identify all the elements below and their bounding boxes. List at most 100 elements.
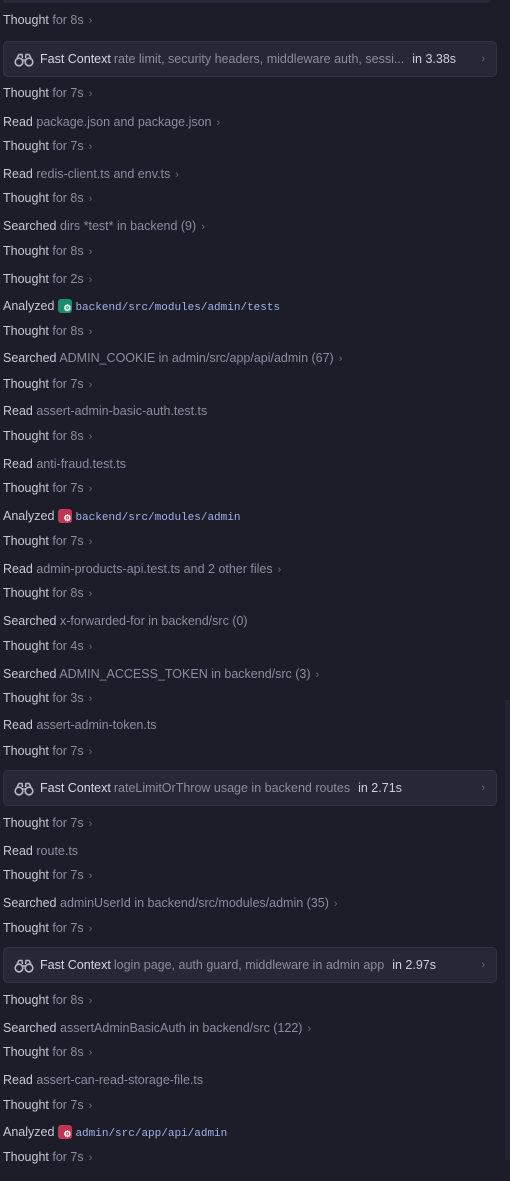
feed-row[interactable]: Thought for 8s ›	[3, 189, 92, 207]
chevron-right-icon[interactable]: ›	[201, 221, 205, 233]
chevron-right-icon[interactable]: ›	[339, 353, 343, 365]
feed-row[interactable]: Thought for 7s ›	[3, 866, 92, 884]
chevron-right-icon[interactable]: ›	[278, 564, 282, 576]
action-verb: Read	[3, 404, 33, 418]
action-verb: Thought	[3, 324, 49, 338]
chevron-right-icon[interactable]: ›	[89, 274, 93, 286]
fast-context-card[interactable]: Fast Context rate limit, security headers…	[3, 41, 497, 77]
action-verb: Analyzed	[3, 1125, 55, 1139]
chevron-right-icon[interactable]: ›	[175, 169, 179, 181]
chevron-right-icon[interactable]: ›	[89, 923, 93, 935]
feed-row[interactable]: Thought for 7s ›	[3, 137, 92, 155]
action-verb: Thought	[3, 272, 49, 286]
action-detail: adminUserId in backend/src/modules/admin…	[60, 896, 329, 910]
chevron-right-icon[interactable]: ›	[481, 771, 485, 805]
action-detail: admin-products-api.test.ts and 2 other f…	[36, 562, 273, 576]
action-verb: Searched	[3, 351, 57, 365]
feed-row[interactable]: Searched dirs *test* in backend (9) ›	[3, 217, 205, 235]
action-verb: Thought	[3, 744, 49, 758]
action-detail: x-forwarded-for in backend/src (0)	[60, 614, 248, 628]
feed-row[interactable]: Thought for 8s ›	[3, 991, 92, 1009]
chevron-right-icon[interactable]: ›	[89, 379, 93, 391]
feed-row[interactable]: Searched ADMIN_COOKIE in admin/src/app/a…	[3, 349, 342, 367]
feed-row[interactable]: Thought for 7s ›	[3, 742, 92, 760]
folder-path[interactable]: backend/src/modules/admin/tests	[75, 302, 280, 314]
fast-context-card[interactable]: Fast Context login page, auth guard, midd…	[3, 947, 497, 983]
fast-context-card[interactable]: Fast Context rateLimitOrThrow usage in ba…	[3, 770, 497, 806]
feed-row[interactable]: Thought for 7s ›	[3, 814, 92, 832]
chevron-right-icon[interactable]: ›	[89, 193, 93, 205]
action-detail: assert-admin-token.ts	[36, 718, 157, 732]
chevron-right-icon[interactable]: ›	[89, 1100, 93, 1112]
feed-row[interactable]: Thought for 8s ›	[3, 11, 92, 29]
feed-row[interactable]: Read assert-admin-token.ts	[3, 716, 157, 734]
action-verb: Thought	[3, 816, 49, 830]
action-verb: Searched	[3, 1021, 57, 1035]
action-detail: ADMIN_COOKIE in admin/src/app/api/admin …	[59, 351, 334, 365]
chevron-right-icon[interactable]: ›	[334, 898, 338, 910]
feed-row[interactable]: Searched adminUserId in backend/src/modu…	[3, 894, 338, 912]
chevron-right-icon[interactable]: ›	[89, 536, 93, 548]
chevron-right-icon[interactable]: ›	[89, 1152, 93, 1164]
feed-row[interactable]: Thought for 7s ›	[3, 532, 92, 550]
folder-path[interactable]: backend/src/modules/admin	[75, 512, 240, 524]
feed-row[interactable]: Thought for 2s ›	[3, 270, 92, 288]
feed-row[interactable]: Thought for 8s ›	[3, 322, 92, 340]
folder-path[interactable]: admin/src/app/api/admin	[75, 1128, 227, 1140]
feed-row[interactable]: Read package.json and package.json ›	[3, 113, 220, 131]
feed-row[interactable]: Thought for 3s ›	[3, 689, 92, 707]
action-verb: Thought	[3, 86, 49, 100]
chevron-right-icon[interactable]: ›	[89, 141, 93, 153]
feed-row[interactable]: Thought for 8s ›	[3, 242, 92, 260]
chevron-right-icon[interactable]: ›	[89, 870, 93, 882]
feed-row[interactable]: Read assert-can-read-storage-file.ts	[3, 1071, 203, 1089]
feed-row[interactable]: Thought for 7s ›	[3, 1096, 92, 1114]
chevron-right-icon[interactable]: ›	[89, 746, 93, 758]
feed-row[interactable]: Analyzed ⚙ admin/src/app/api/admin	[3, 1123, 227, 1141]
action-detail: assertAdminBasicAuth in backend/src (122…	[60, 1021, 303, 1035]
action-detail: assert-admin-basic-auth.test.ts	[36, 404, 208, 418]
chevron-right-icon[interactable]: ›	[89, 995, 93, 1007]
feed-row[interactable]: Read redis-client.ts and env.ts ›	[3, 165, 179, 183]
chevron-right-icon[interactable]: ›	[89, 818, 93, 830]
action-detail: assert-can-read-storage-file.ts	[36, 1073, 204, 1087]
chevron-right-icon[interactable]: ›	[89, 588, 93, 600]
chevron-right-icon[interactable]: ›	[89, 88, 93, 100]
feed-row[interactable]: Analyzed ⚙ backend/src/modules/admin	[3, 507, 240, 525]
feed-row[interactable]: Thought for 7s ›	[3, 84, 92, 102]
chevron-right-icon[interactable]: ›	[316, 669, 320, 681]
feed-row[interactable]: Read route.ts	[3, 842, 78, 860]
chevron-right-icon[interactable]: ›	[89, 1047, 93, 1059]
chevron-right-icon[interactable]: ›	[481, 42, 485, 76]
fast-context-time: in 2.97s	[392, 958, 436, 972]
feed-row[interactable]: Thought for 7s ›	[3, 375, 92, 393]
chevron-right-icon[interactable]: ›	[307, 1023, 311, 1035]
chevron-right-icon[interactable]: ›	[217, 117, 221, 129]
feed-row[interactable]: Thought for 4s ›	[3, 637, 92, 655]
feed-row[interactable]: Searched ADMIN_ACCESS_TOKEN in backend/s…	[3, 665, 319, 683]
feed-row[interactable]: Thought for 8s ›	[3, 1043, 92, 1061]
chevron-right-icon[interactable]: ›	[89, 15, 93, 27]
feed-row[interactable]: Searched x-forwarded-for in backend/src …	[3, 612, 248, 630]
action-detail: for 7s	[52, 921, 84, 935]
chevron-right-icon[interactable]: ›	[89, 326, 93, 338]
chevron-right-icon[interactable]: ›	[89, 693, 93, 705]
feed-row[interactable]: Thought for 7s ›	[3, 919, 92, 937]
chevron-right-icon[interactable]: ›	[89, 641, 93, 653]
feed-row[interactable]: Thought for 8s ›	[3, 427, 92, 445]
action-detail: for 7s	[52, 816, 84, 830]
feed-row[interactable]: Thought for 7s ›	[3, 479, 92, 497]
action-detail: for 7s	[52, 377, 84, 391]
feed-row[interactable]: Thought for 8s ›	[3, 584, 92, 602]
chevron-right-icon[interactable]: ›	[89, 246, 93, 258]
feed-row[interactable]: Analyzed ⚙ backend/src/modules/admin/tests	[3, 297, 280, 315]
feed-row[interactable]: Searched assertAdminBasicAuth in backend…	[3, 1019, 311, 1037]
feed-row[interactable]: Read assert-admin-basic-auth.test.ts	[3, 402, 207, 420]
feed-row[interactable]: Read admin-products-api.test.ts and 2 ot…	[3, 560, 281, 578]
scrollbar[interactable]	[505, 700, 510, 1160]
feed-row[interactable]: Read anti-fraud.test.ts	[3, 455, 126, 473]
feed-row[interactable]: Thought for 7s ›	[3, 1148, 92, 1166]
chevron-right-icon[interactable]: ›	[89, 483, 93, 495]
chevron-right-icon[interactable]: ›	[481, 948, 485, 982]
chevron-right-icon[interactable]: ›	[89, 431, 93, 443]
